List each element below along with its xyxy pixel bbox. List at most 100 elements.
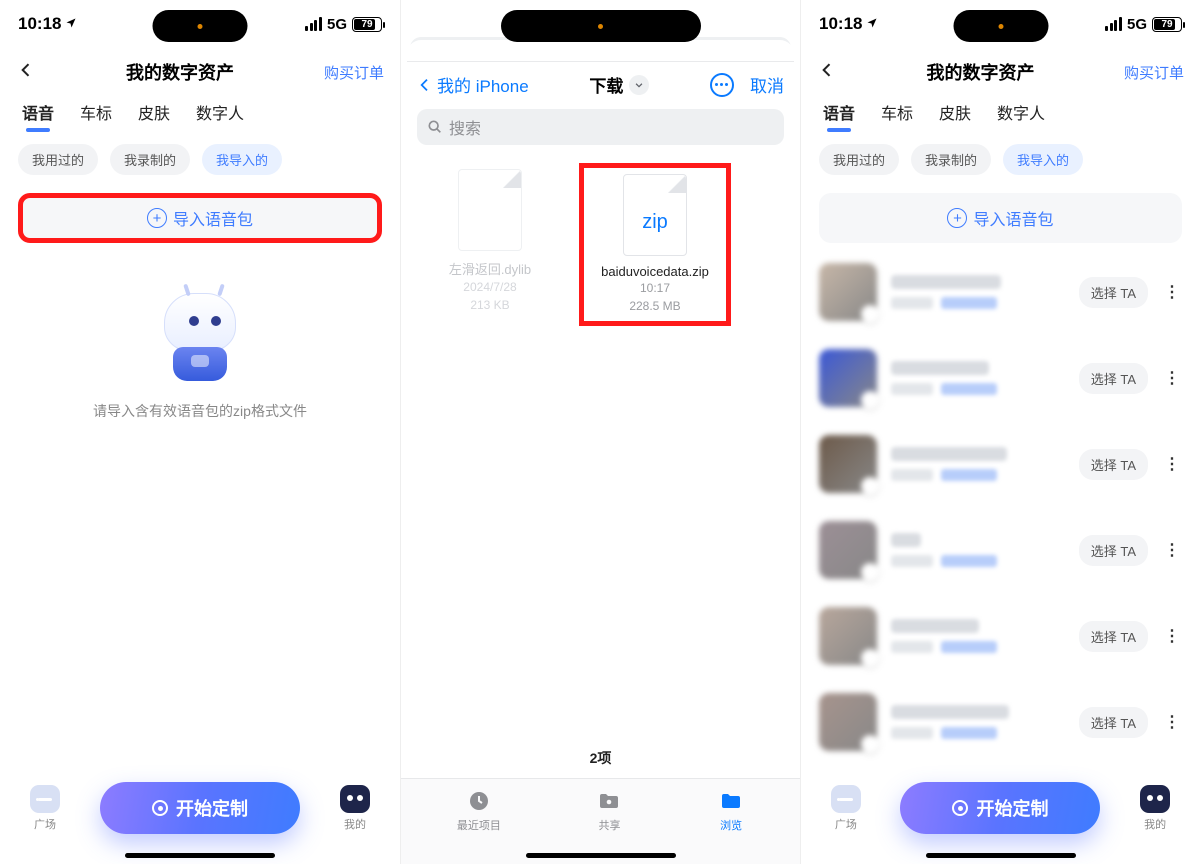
select-button[interactable]: 选择 TA (1079, 707, 1148, 738)
more-icon[interactable]: ⋮ (1162, 626, 1182, 646)
tab-car-logo[interactable]: 车标 (881, 100, 913, 130)
start-customize-button[interactable]: 开始定制 (100, 782, 300, 834)
battery-icon: 79 (352, 17, 382, 32)
files-header: 我的 iPhone 下载 取消 (401, 62, 800, 103)
import-voice-button[interactable]: + 导入语音包 (18, 193, 382, 243)
more-icon[interactable]: ⋮ (1162, 712, 1182, 732)
tab-digital-human[interactable]: 数字人 (196, 100, 244, 130)
chip-imported[interactable]: 我导入的 (1003, 144, 1083, 175)
voice-info (891, 447, 1065, 481)
status-bar (401, 0, 800, 40)
voice-info (891, 361, 1065, 395)
file-item-dylib[interactable]: 左滑返回.dylib 2024/7/28 213 KB (425, 169, 555, 320)
tab-skin[interactable]: 皮肤 (138, 100, 170, 130)
voice-item[interactable]: 选择 TA ⋮ (819, 507, 1182, 593)
chevron-down-icon (629, 75, 649, 95)
nav-plaza[interactable]: 广场 (831, 785, 861, 832)
chip-recorded[interactable]: 我录制的 (911, 144, 991, 175)
select-button[interactable]: 选择 TA (1079, 277, 1148, 308)
tab-digital-human[interactable]: 数字人 (997, 100, 1045, 130)
voice-thumbnail (819, 349, 877, 407)
voice-thumbnail (819, 435, 877, 493)
voice-thumbnail (819, 693, 877, 751)
more-icon[interactable]: ⋮ (1162, 454, 1182, 474)
folder-icon (718, 789, 744, 813)
record-icon (152, 800, 168, 816)
voice-item[interactable]: 选择 TA ⋮ (819, 421, 1182, 507)
location-icon (866, 14, 878, 34)
dynamic-island (153, 10, 248, 42)
back-button[interactable] (817, 60, 837, 85)
nav-mine[interactable]: 我的 (1140, 785, 1170, 832)
voice-info (891, 275, 1065, 309)
orders-link[interactable]: 购买订单 (1124, 62, 1184, 83)
import-label: 导入语音包 (173, 206, 253, 230)
tab-car-logo[interactable]: 车标 (80, 100, 112, 130)
more-icon[interactable]: ⋮ (1162, 282, 1182, 302)
screenshot-assets-empty: 10:18 5G 79 我的数字资产 购买订单 语音 车标 皮肤 数字人 我用过… (0, 0, 400, 864)
voice-info (891, 533, 1065, 567)
mine-icon (1140, 785, 1170, 813)
voice-item[interactable]: 选择 TA ⋮ (819, 593, 1182, 679)
status-bar: 10:18 5G 79 (801, 0, 1200, 48)
chip-recorded[interactable]: 我录制的 (110, 144, 190, 175)
start-customize-button[interactable]: 开始定制 (900, 782, 1100, 834)
voice-item[interactable]: 选择 TA ⋮ (819, 249, 1182, 335)
nav-plaza[interactable]: 广场 (30, 785, 60, 832)
home-indicator (526, 853, 676, 858)
select-button[interactable]: 选择 TA (1079, 363, 1148, 394)
category-tabs: 语音 车标 皮肤 数字人 (0, 96, 400, 138)
voice-thumbnail (819, 521, 877, 579)
battery-icon: 79 (1152, 17, 1182, 32)
tab-skin[interactable]: 皮肤 (939, 100, 971, 130)
tab-browse[interactable]: 浏览 (718, 789, 744, 833)
home-indicator (125, 853, 275, 858)
tab-voice[interactable]: 语音 (22, 100, 54, 130)
chip-used[interactable]: 我用过的 (18, 144, 98, 175)
network-label: 5G (327, 16, 347, 33)
plaza-icon (831, 785, 861, 813)
empty-state: 请导入含有效语音包的zip格式文件 (0, 293, 400, 421)
folder-title[interactable]: 下载 (589, 72, 649, 97)
orders-link[interactable]: 购买订单 (324, 62, 384, 83)
back-button[interactable] (16, 60, 36, 85)
signal-icon (1105, 17, 1122, 31)
more-icon[interactable]: ⋮ (1162, 368, 1182, 388)
voice-info (891, 705, 1065, 739)
chip-imported[interactable]: 我导入的 (202, 144, 282, 175)
select-button[interactable]: 选择 TA (1079, 535, 1148, 566)
mine-icon (340, 785, 370, 813)
more-icon[interactable]: ⋮ (1162, 540, 1182, 560)
voice-info (891, 619, 1065, 653)
category-tabs: 语音 车标 皮肤 数字人 (801, 96, 1200, 138)
bottom-nav: 广场 开始定制 我的 (801, 770, 1200, 864)
tab-shared[interactable]: 共享 (596, 789, 622, 833)
robot-illustration (155, 293, 245, 383)
voice-item[interactable]: 选择 TA ⋮ (819, 335, 1182, 421)
search-icon (427, 119, 443, 135)
cancel-button[interactable]: 取消 (750, 72, 784, 97)
search-input[interactable]: 搜索 (417, 109, 784, 145)
location-icon (65, 14, 77, 34)
clock-icon (466, 789, 492, 813)
voice-item[interactable]: 选择 TA ⋮ (819, 679, 1182, 765)
filter-chips: 我用过的 我录制的 我导入的 (0, 138, 400, 187)
import-voice-button[interactable]: + 导入语音包 (819, 193, 1182, 243)
filter-chips: 我用过的 我录制的 我导入的 (801, 138, 1200, 187)
chip-used[interactable]: 我用过的 (819, 144, 899, 175)
select-button[interactable]: 选择 TA (1079, 621, 1148, 652)
tab-recent[interactable]: 最近项目 (457, 789, 501, 833)
signal-icon (305, 17, 322, 31)
more-menu-button[interactable] (710, 73, 734, 97)
nav-mine[interactable]: 我的 (340, 785, 370, 832)
tab-voice[interactable]: 语音 (823, 100, 855, 130)
select-button[interactable]: 选择 TA (1079, 449, 1148, 480)
files-back-button[interactable]: 我的 iPhone (417, 72, 529, 97)
home-indicator (926, 853, 1076, 858)
file-item-zip[interactable]: zip baiduvoicedata.zip 10:17 228.5 MB (590, 174, 720, 315)
voice-list: 选择 TA ⋮ 选择 TA ⋮ 选择 TA ⋮ 选择 TA ⋮ 选择 TA ⋮ 选择 TA ⋮ (801, 249, 1200, 765)
status-time: 10:18 (819, 14, 862, 34)
plaza-icon (30, 785, 60, 813)
files-tabbar: 最近项目 共享 浏览 (401, 778, 800, 864)
status-bar: 10:18 5G 79 (0, 0, 400, 48)
